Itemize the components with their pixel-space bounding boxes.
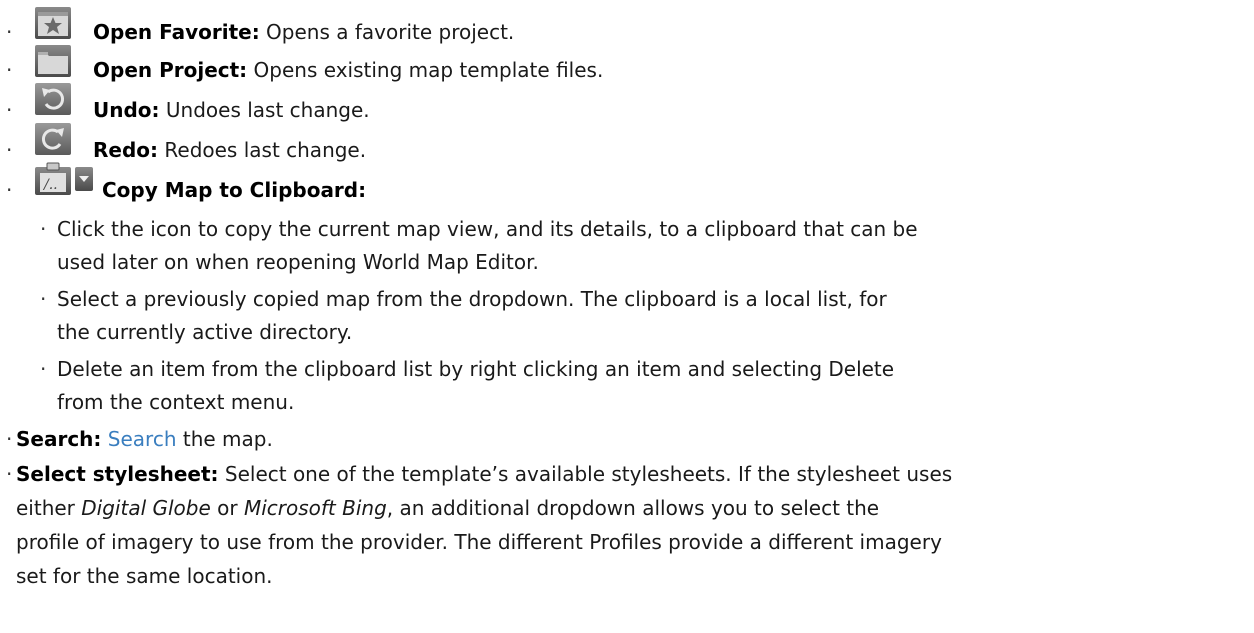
search-desc: the map.: [176, 427, 273, 451]
stylesheet-line2-post: , an additional dropdown allows you to s…: [386, 496, 880, 520]
clipboard-subitem-1-line2: used later on when reopening World Map E…: [57, 250, 539, 274]
bullet: ·: [6, 58, 13, 82]
open-favorite-term: Open Favorite:: [93, 20, 260, 44]
microsoft-bing-text: Microsoft Bing: [243, 496, 387, 520]
redo-icon: [35, 123, 71, 155]
stylesheet-line2-mid: or: [210, 496, 244, 520]
undo-icon: [35, 83, 71, 115]
svg-text:/..: /..: [42, 177, 58, 193]
bullet: ·: [6, 98, 13, 122]
stylesheet-term: Select stylesheet:: [16, 462, 219, 486]
undo-desc: Undoes last change.: [159, 98, 370, 122]
sub-bullet: ·: [40, 217, 47, 241]
copy-map-term: Copy Map to Clipboard:: [102, 178, 367, 202]
digital-globe-text: Digital Globe: [81, 496, 211, 520]
dropdown-arrow-icon: [75, 167, 93, 191]
stylesheet-line3: profile of imagery to use from the provi…: [16, 530, 942, 554]
clipboard-subitem-2-line1: Select a previously copied map from the …: [57, 287, 887, 311]
open-project-desc: Opens existing map template files.: [247, 58, 604, 82]
search-term: Search:: [16, 427, 102, 451]
favorite-star-icon: [35, 7, 71, 39]
open-project-term: Open Project:: [93, 58, 248, 82]
stylesheet-line1-desc: Select one of the template’s available s…: [218, 462, 953, 486]
bullet: ·: [6, 20, 13, 44]
stylesheet-line4: set for the same location.: [16, 564, 273, 588]
bullet: ·: [6, 427, 13, 451]
bullet: ·: [6, 178, 13, 202]
clipboard-subitem-3-line1: Delete an item from the clipboard list b…: [57, 357, 895, 381]
clipboard-subitem-2-line2: the currently active directory.: [57, 320, 353, 344]
sub-bullet: ·: [40, 287, 47, 311]
redo-term: Redo:: [93, 138, 159, 162]
search-link[interactable]: Search: [108, 427, 177, 451]
clipboard-icon: /..: [35, 162, 71, 195]
undo-term: Undo:: [93, 98, 160, 122]
clipboard-subitem-3-line2: from the context menu.: [57, 390, 295, 414]
redo-desc: Redoes last change.: [158, 138, 367, 162]
folder-icon: [35, 45, 71, 77]
clipboard-subitem-1-line1: Click the icon to copy the current map v…: [57, 217, 918, 241]
sub-bullet: ·: [40, 357, 47, 381]
open-favorite-desc: Opens a favorite project.: [259, 20, 515, 44]
stylesheet-line2-pre: either: [16, 496, 82, 520]
bullet: ·: [6, 138, 13, 162]
bullet: ·: [6, 462, 13, 486]
